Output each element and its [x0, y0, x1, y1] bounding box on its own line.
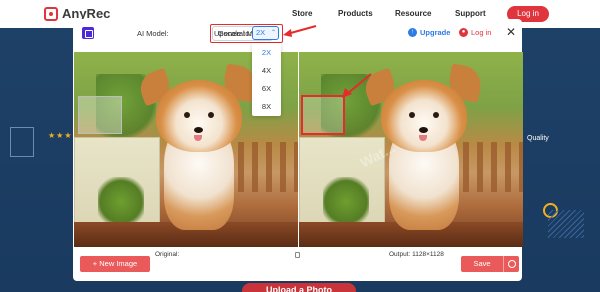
upscale-select[interactable]: 2X ⌃ [252, 26, 279, 40]
output-dog-photo [299, 52, 523, 247]
upgrade-label: Upgrade [420, 28, 451, 37]
nav-products[interactable]: Products [338, 9, 373, 18]
anyrec-logo-icon [44, 6, 58, 21]
output-image-pane[interactable]: Wat... [299, 52, 523, 247]
upgrade-button[interactable]: ↑ Upgrade [408, 28, 450, 37]
upgrade-icon: ↑ [408, 28, 417, 37]
ai-model-label: AI Model: [137, 29, 169, 38]
upscale-option-4x[interactable]: 4X [252, 62, 281, 79]
annotation-arrow-icon [283, 25, 317, 37]
upscale-dropdown: 2X 4X 6X 8X [252, 43, 281, 116]
upload-photo-button[interactable]: Upload a Photo [242, 283, 356, 292]
app-icon [82, 27, 94, 39]
nav-store[interactable]: Store [292, 9, 312, 18]
original-caption: Original: [155, 251, 180, 258]
modal-login-button[interactable]: ● Log in [459, 28, 491, 37]
modal-login-label: Log in [471, 28, 492, 37]
save-button[interactable]: Save [461, 256, 503, 272]
upscale-label: Upscale to: [214, 29, 252, 38]
hero-quality-text: Quality [527, 135, 549, 142]
cube-decoration-icon [10, 127, 34, 157]
close-icon[interactable]: ✕ [506, 25, 516, 39]
copy-icon[interactable] [295, 252, 300, 258]
rating-stars-icon: ★★★ [48, 131, 73, 140]
nav-resource[interactable]: Resource [395, 9, 431, 18]
output-zoom-region-box[interactable] [301, 95, 345, 135]
upscale-option-2x[interactable]: 2X [252, 44, 281, 61]
upscale-option-6x[interactable]: 6X [252, 80, 281, 97]
output-caption: Output: 1128×1128 [389, 251, 444, 258]
user-icon: ● [459, 28, 468, 37]
stripes-decoration [548, 210, 584, 238]
upscale-option-8x[interactable]: 8X [252, 98, 281, 115]
timer-icon[interactable] [503, 256, 519, 272]
chevron-up-icon: ⌃ [270, 30, 276, 36]
modal-header: AI Model: General Mode ⌄ Upscale to: 2X … [73, 19, 522, 49]
upscale-value: 2X [256, 28, 266, 37]
nav-support[interactable]: Support [455, 9, 486, 18]
new-image-button[interactable]: + New Image [80, 256, 150, 272]
upscaler-modal: AI Model: General Mode ⌄ Upscale to: 2X … [73, 19, 523, 281]
annotation-arrow-icon [342, 73, 372, 98]
zoom-region-box[interactable] [78, 96, 122, 134]
